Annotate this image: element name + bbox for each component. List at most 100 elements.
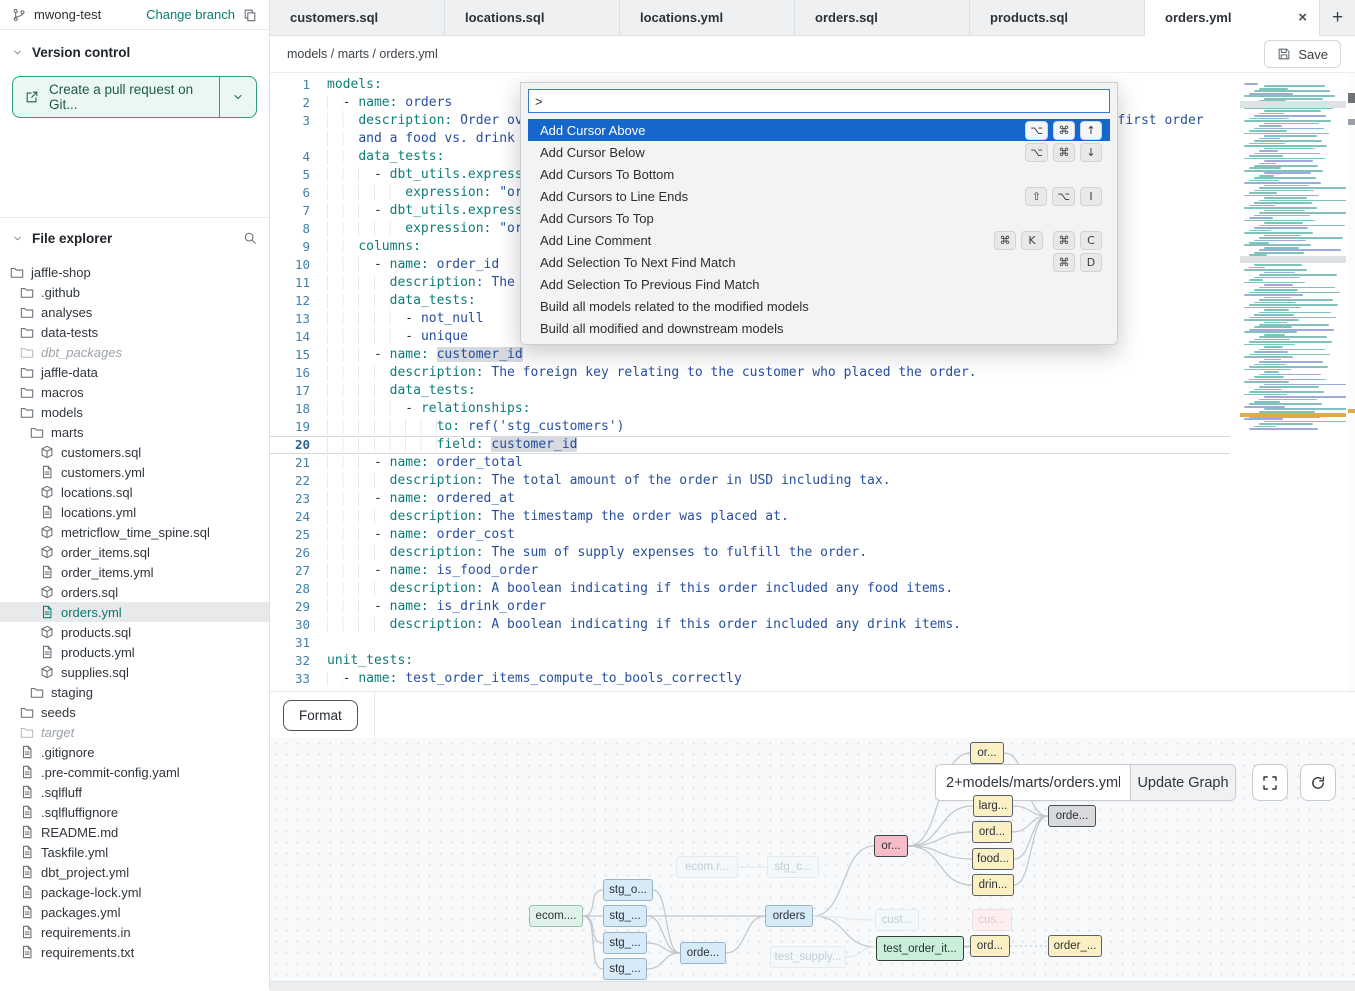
file-tree-item-marts[interactable]: marts	[0, 422, 269, 442]
file-tree-item-.github[interactable]: .github	[0, 282, 269, 302]
palette-item-Add Selection To Next Find Match[interactable]: Add Selection To Next Find Match⌘D	[528, 251, 1110, 273]
change-branch-link[interactable]: Change branch	[146, 7, 235, 22]
file-tree-item-requirements.in[interactable]: requirements.in	[0, 922, 269, 942]
copy-icon[interactable]	[243, 8, 257, 22]
file-tree-item-locations.sql[interactable]: locations.sql	[0, 482, 269, 502]
file-tree-item-orders.yml[interactable]: orders.yml	[0, 602, 269, 622]
file-tree-item-customers.yml[interactable]: customers.yml	[0, 462, 269, 482]
code-line-29[interactable]: 29 - name: is_drink_order	[270, 598, 1230, 616]
file-tree-item-analyses[interactable]: analyses	[0, 302, 269, 322]
code-line-28[interactable]: 28 description: A boolean indicating if …	[270, 580, 1230, 598]
code-line-23[interactable]: 23 - name: ordered_at	[270, 490, 1230, 508]
lineage-node[interactable]: or...	[874, 835, 908, 857]
lineage-node[interactable]: test_order_it...	[876, 936, 964, 961]
lineage-node[interactable]: test_supply...	[770, 946, 846, 968]
file-tree-item-order_items.yml[interactable]: order_items.yml	[0, 562, 269, 582]
file-tree-item-jaffle-data[interactable]: jaffle-data	[0, 362, 269, 382]
code-line-20[interactable]: 20 field: customer_id	[270, 436, 1230, 454]
code-line-24[interactable]: 24 description: The timestamp the order …	[270, 508, 1230, 526]
code-line-21[interactable]: 21 - name: order_total	[270, 454, 1230, 472]
file-tree-item-Taskfile.yml[interactable]: Taskfile.yml	[0, 842, 269, 862]
lineage-node[interactable]: orders	[765, 905, 813, 927]
new-tab-button[interactable]: +	[1320, 0, 1355, 36]
lineage-node[interactable]: order_...	[1048, 935, 1102, 957]
tab-customers.sql[interactable]: customers.sql	[270, 0, 445, 36]
tab-orders.sql[interactable]: orders.sql	[795, 0, 970, 36]
lineage-node[interactable]: stg_...	[603, 958, 647, 980]
command-palette-input[interactable]	[528, 89, 1110, 113]
file-tree-item-staging[interactable]: staging	[0, 682, 269, 702]
file-tree-item-models[interactable]: models	[0, 402, 269, 422]
file-tree-item-order_items.sql[interactable]: order_items.sql	[0, 542, 269, 562]
file-tree-item-supplies.sql[interactable]: supplies.sql	[0, 662, 269, 682]
tab-locations.yml[interactable]: locations.yml	[620, 0, 795, 36]
lineage-node[interactable]: stg_c...	[767, 856, 819, 878]
lineage-node[interactable]: orde...	[1048, 805, 1096, 827]
create-pr-button-main[interactable]: Create a pull request on Git...	[13, 77, 220, 117]
palette-item-Add Cursor Above[interactable]: Add Cursor Above⌥⌘↑	[528, 119, 1110, 141]
lineage-node[interactable]: or...	[970, 742, 1004, 764]
file-tree-item-macros[interactable]: macros	[0, 382, 269, 402]
file-tree-item-.sqlfluff[interactable]: .sqlfluff	[0, 782, 269, 802]
create-pr-caret[interactable]	[220, 77, 256, 117]
close-icon[interactable]: ×	[1298, 10, 1307, 25]
file-tree-item-requirements.txt[interactable]: requirements.txt	[0, 942, 269, 962]
palette-item-Build all models related to the modified models[interactable]: Build all models related to the modified…	[528, 295, 1110, 317]
lineage-node[interactable]: ord...	[970, 935, 1010, 957]
code-line-19[interactable]: 19 to: ref('stg_customers')	[270, 418, 1230, 436]
file-tree-item-seeds[interactable]: seeds	[0, 702, 269, 722]
file-explorer-header[interactable]: File explorer	[0, 224, 269, 252]
file-tree-item-.gitignore[interactable]: .gitignore	[0, 742, 269, 762]
lineage-node[interactable]: ord...	[972, 821, 1012, 843]
file-tree-item-dbt_packages[interactable]: dbt_packages	[0, 342, 269, 362]
lineage-node[interactable]: orde...	[680, 942, 726, 964]
save-button[interactable]: Save	[1264, 40, 1341, 68]
file-tree-item-orders.sql[interactable]: orders.sql	[0, 582, 269, 602]
file-tree-item-packages.yml[interactable]: packages.yml	[0, 902, 269, 922]
lineage-node[interactable]: stg_o...	[603, 879, 653, 901]
tab-locations.sql[interactable]: locations.sql	[445, 0, 620, 36]
code-line-15[interactable]: 15 - name: customer_id	[270, 346, 1230, 364]
file-tree-item-.sqlfluffignore[interactable]: .sqlfluffignore	[0, 802, 269, 822]
palette-item-Add Cursor Below[interactable]: Add Cursor Below⌥⌘↓	[528, 141, 1110, 163]
palette-item-Add Cursors To Top[interactable]: Add Cursors To Top	[528, 207, 1110, 229]
palette-item-Build all modified and downstream models[interactable]: Build all modified and downstream models	[528, 317, 1110, 339]
lineage-node[interactable]: cust...	[875, 909, 919, 931]
palette-item-Add Line Comment[interactable]: Add Line Comment⌘K⌘C	[528, 229, 1110, 251]
code-line-22[interactable]: 22 description: The total amount of the …	[270, 472, 1230, 490]
code-line-30[interactable]: 30 description: A boolean indicating if …	[270, 616, 1230, 634]
code-line-26[interactable]: 26 description: The sum of supply expens…	[270, 544, 1230, 562]
file-tree-item-jaffle-shop[interactable]: jaffle-shop	[0, 262, 269, 282]
tab-products.sql[interactable]: products.sql	[970, 0, 1145, 36]
palette-item-Add Cursors to Line Ends[interactable]: Add Cursors to Line Ends⇧⌥I	[528, 185, 1110, 207]
code-editor[interactable]: 1models:2 - name: orders3 description: O…	[270, 73, 1355, 691]
file-tree-item-locations.yml[interactable]: locations.yml	[0, 502, 269, 522]
fullscreen-button[interactable]	[1252, 764, 1288, 801]
code-line-16[interactable]: 16 description: The foreign key relating…	[270, 364, 1230, 382]
file-tree-item-customers.sql[interactable]: customers.sql	[0, 442, 269, 462]
file-tree-item-data-tests[interactable]: data-tests	[0, 322, 269, 342]
lineage-selector-input[interactable]	[936, 765, 1130, 800]
code-line-27[interactable]: 27 - name: is_food_order	[270, 562, 1230, 580]
file-tree-item-README.md[interactable]: README.md	[0, 822, 269, 842]
format-button[interactable]: Format	[283, 700, 358, 731]
search-icon[interactable]	[243, 231, 257, 245]
lineage-node[interactable]: ecom.r...	[676, 856, 738, 878]
code-line-33[interactable]: 33 - name: test_order_items_compute_to_b…	[270, 670, 1230, 688]
create-pr-button[interactable]: Create a pull request on Git...	[12, 76, 257, 118]
code-line-18[interactable]: 18 - relationships:	[270, 400, 1230, 418]
lineage-canvas[interactable]: Update Graph ecom....stg_o...stg_...stg_…	[270, 738, 1355, 981]
file-tree-item-dbt_project.yml[interactable]: dbt_project.yml	[0, 862, 269, 882]
code-line-17[interactable]: 17 data_tests:	[270, 382, 1230, 400]
palette-item-Add Cursors To Bottom[interactable]: Add Cursors To Bottom	[528, 163, 1110, 185]
lineage-node[interactable]: stg_...	[603, 932, 647, 954]
lineage-node[interactable]: ecom....	[529, 905, 583, 927]
horizontal-scrollbar[interactable]	[270, 981, 1355, 991]
file-tree-item-.pre-commit-config.yaml[interactable]: .pre-commit-config.yaml	[0, 762, 269, 782]
lineage-node[interactable]: food...	[972, 848, 1014, 870]
file-tree-item-products.yml[interactable]: products.yml	[0, 642, 269, 662]
lineage-node[interactable]: larg...	[973, 795, 1013, 817]
version-control-header[interactable]: Version control	[12, 38, 257, 66]
code-line-32[interactable]: 32unit_tests:	[270, 652, 1230, 670]
lineage-node[interactable]: drin...	[972, 874, 1014, 896]
